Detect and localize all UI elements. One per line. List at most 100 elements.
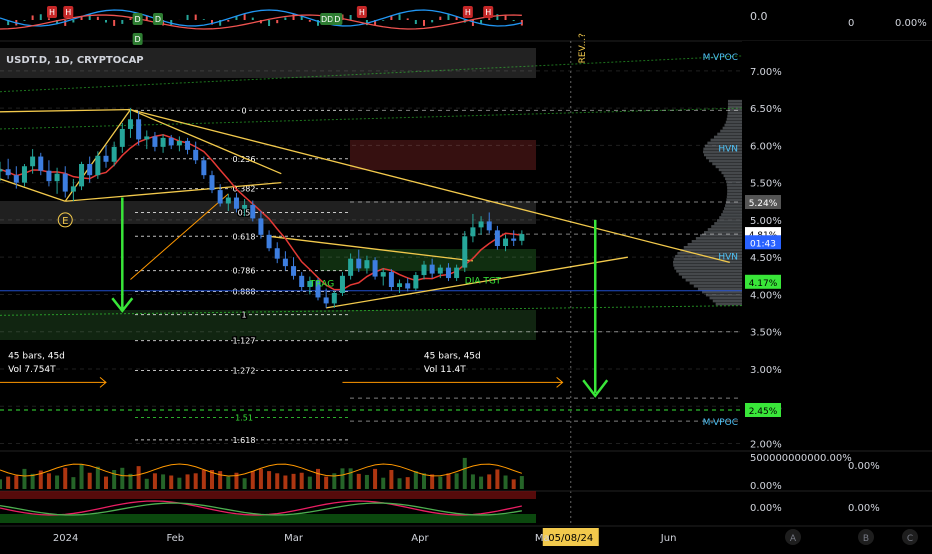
candle-body xyxy=(103,155,109,162)
volume-profile-bar xyxy=(727,111,742,115)
volume-bar xyxy=(519,476,524,489)
volume-bar xyxy=(22,468,27,489)
candle-body xyxy=(258,218,264,235)
fib-level-label: 1.618 xyxy=(233,436,256,445)
volume-bar xyxy=(364,474,369,489)
volume-bar xyxy=(470,474,475,489)
candle-body xyxy=(299,275,305,287)
signal-marker-label: H xyxy=(359,8,365,17)
volume-bar xyxy=(218,471,223,489)
volume-bar xyxy=(161,474,166,489)
volume-profile-bar xyxy=(722,210,742,213)
volume-panel-right-value-2: 0.00% xyxy=(848,461,880,472)
candle-body xyxy=(5,169,11,176)
signal-marker-label: H xyxy=(65,8,71,17)
volume-profile-bar xyxy=(710,138,742,142)
volume-profile-bar xyxy=(674,266,742,270)
time-tick-label: Apr xyxy=(411,533,429,544)
symbol-label[interactable]: USDT.D, 1D, CRYPTOCAP xyxy=(6,55,144,66)
level-label: M-VPOC xyxy=(703,53,738,63)
volume-bar xyxy=(46,473,51,489)
volume-bar xyxy=(14,475,19,489)
volume-bar xyxy=(226,476,231,489)
candle-body xyxy=(421,264,427,276)
volume-profile-bar xyxy=(718,168,742,172)
signal-marker-label: D xyxy=(334,15,340,24)
candle-body xyxy=(217,190,223,204)
top-panel-right-value-1: 0 xyxy=(848,18,854,29)
volume-profile-bar xyxy=(727,192,742,196)
bar-count-annotation: Vol 7.754T xyxy=(8,365,56,375)
volume-profile-bar xyxy=(721,171,742,175)
volume-bar xyxy=(430,474,435,489)
volume-bar xyxy=(348,468,353,489)
volume-bar xyxy=(446,473,451,489)
price-tick-label: 7.00% xyxy=(750,67,782,78)
candle-body xyxy=(445,267,451,279)
candle-body xyxy=(323,297,329,304)
volume-profile-bar xyxy=(719,216,742,219)
volume-profile-bar xyxy=(726,117,742,121)
candle-body xyxy=(331,292,337,304)
volume-profile-bar xyxy=(727,114,742,118)
volume-profile-bar xyxy=(689,281,742,285)
candle-body xyxy=(21,166,27,183)
price-tick-label: 6.50% xyxy=(750,104,782,115)
volume-profile-bar xyxy=(711,225,742,228)
signal-marker-label: H xyxy=(485,8,491,17)
volume-bar xyxy=(0,479,2,489)
volume-profile-bar xyxy=(685,278,742,282)
volume-profile-bar xyxy=(727,186,742,190)
candle-body xyxy=(339,275,345,293)
volume-bar xyxy=(495,469,500,489)
volume-profile-bar xyxy=(707,228,742,231)
footer-button-b-label: B xyxy=(863,534,869,544)
volume-bar xyxy=(169,475,174,489)
candle-body xyxy=(136,119,142,140)
candle-body xyxy=(511,238,517,241)
volume-bar xyxy=(462,457,467,489)
time-tick-label: Jun xyxy=(660,533,677,544)
volume-bar xyxy=(267,471,272,489)
volume-profile-bar xyxy=(716,219,742,222)
fib-level-label: 0.888 xyxy=(233,287,256,296)
volume-bar xyxy=(405,477,410,489)
candle-body xyxy=(274,248,280,259)
candle-body xyxy=(519,234,525,241)
price-tick-label: 6.00% xyxy=(750,141,782,152)
fib-level-label: 1.272 xyxy=(233,366,256,375)
candle-body xyxy=(266,234,272,249)
event-marker-label: E xyxy=(62,216,68,227)
chart-canvas[interactable]: H HDDD DD DH H H 0.0 0 0.00% 00.2360.3820.50.… xyxy=(0,0,932,550)
volume-bar xyxy=(438,476,443,489)
candle-body xyxy=(225,197,231,204)
volume-profile-bar xyxy=(715,165,742,169)
candle-body xyxy=(478,221,484,228)
candle-body xyxy=(46,170,52,182)
volume-bar xyxy=(95,466,100,489)
candle-body xyxy=(282,258,288,267)
candle-body xyxy=(38,156,44,171)
volume-profile-bar xyxy=(695,237,742,240)
resistance-zone xyxy=(350,140,536,170)
candle-body xyxy=(119,128,125,147)
oscillator-panel-value: 0.00% xyxy=(750,503,782,514)
volume-bar xyxy=(258,468,263,489)
candle-body xyxy=(54,173,60,182)
volume-bar xyxy=(340,468,345,489)
candle-body xyxy=(79,164,85,187)
volume-bar xyxy=(144,478,149,489)
volume-profile-bar xyxy=(725,204,742,207)
time-tick-label: Feb xyxy=(166,533,184,544)
volume-bar xyxy=(299,472,304,489)
candle-body xyxy=(144,136,150,140)
volume-bar xyxy=(6,476,11,489)
volume-bar xyxy=(454,473,459,489)
volume-bar xyxy=(503,475,508,489)
volume-profile-bar xyxy=(708,159,742,163)
price-tick-label: 4.00% xyxy=(750,290,782,301)
volume-profile-bar xyxy=(678,272,742,276)
fib-level-label: 0.236 xyxy=(233,155,256,164)
zone-annotation: DIA TGT xyxy=(465,276,502,286)
candle-body xyxy=(185,140,191,150)
